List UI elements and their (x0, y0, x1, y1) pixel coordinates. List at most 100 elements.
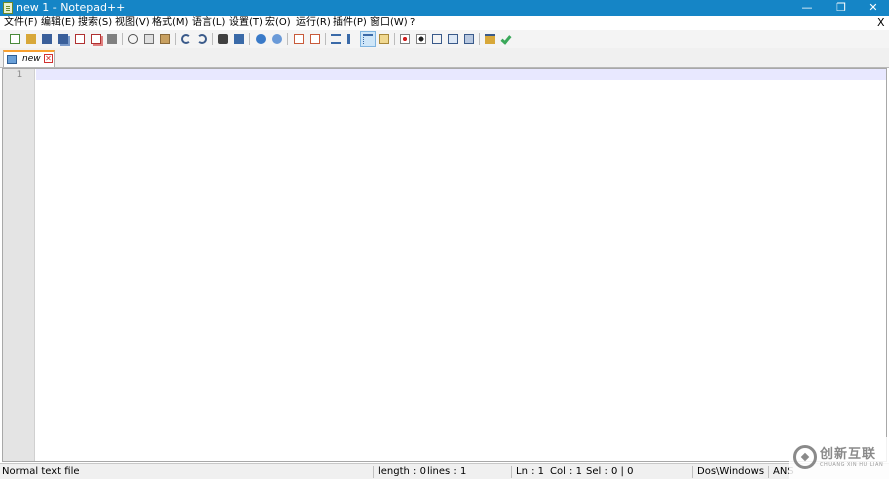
toolbar-separator (287, 33, 288, 45)
status-column-position: Col : 1 (550, 466, 582, 477)
status-file-type: Normal text file (2, 466, 80, 477)
close-file-button[interactable] (73, 32, 87, 46)
print-button[interactable] (105, 32, 119, 46)
menu-window[interactable]: 窗口(W) (370, 16, 408, 30)
menu-run[interactable]: 运行(R) (296, 16, 331, 30)
close-window-button[interactable]: ✕ (858, 0, 888, 16)
current-line-highlight (36, 69, 886, 80)
open-file-icon (26, 34, 36, 44)
play-macro-button[interactable] (430, 32, 444, 46)
maximize-button[interactable]: ❐ (826, 0, 856, 16)
spell-check-icon (500, 33, 512, 45)
show-all-chars-icon (347, 34, 353, 44)
toolbar-separator (175, 33, 176, 45)
watermark-subtext: CHUANG XIN HU LIAN (820, 462, 884, 468)
sync-horizontal-icon (310, 34, 320, 44)
toolbar (0, 30, 889, 48)
show-all-chars-button[interactable] (345, 32, 359, 46)
status-divider (373, 466, 374, 478)
toolbar-separator (325, 33, 326, 45)
stop-recording-button[interactable] (414, 32, 428, 46)
title-bar: new 1 - Notepad++ — ❐ ✕ (0, 0, 889, 16)
save-all-icon (58, 34, 68, 44)
close-icon (75, 34, 85, 44)
undo-button[interactable] (179, 32, 193, 46)
window-title: new 1 - Notepad++ (16, 1, 126, 14)
zoom-in-icon (256, 34, 266, 44)
save-macro-icon (464, 34, 474, 44)
close-all-button[interactable] (89, 32, 103, 46)
line-number: 1 (16, 70, 22, 80)
menu-view[interactable]: 视图(V) (115, 16, 150, 30)
toolbar-separator (394, 33, 395, 45)
folder-as-workspace-button[interactable] (483, 32, 497, 46)
menu-file[interactable]: 文件(F) (4, 16, 38, 30)
run-macro-multiple-button[interactable] (446, 32, 460, 46)
watermark: 创新互联 CHUANG XIN HU LIAN (789, 437, 889, 479)
sync-vertical-button[interactable] (292, 32, 306, 46)
saved-file-icon (7, 55, 17, 64)
toolbar-separator (122, 33, 123, 45)
find-icon (218, 34, 228, 44)
copy-button[interactable] (142, 32, 156, 46)
redo-icon (197, 34, 207, 44)
menu-search[interactable]: 搜索(S) (78, 16, 112, 30)
status-selection: Sel : 0 | 0 (586, 466, 634, 477)
menu-format[interactable]: 格式(M) (152, 16, 188, 30)
open-file-button[interactable] (24, 32, 38, 46)
status-divider (692, 466, 693, 478)
menu-settings[interactable]: 设置(T) (229, 16, 263, 30)
paste-icon (160, 34, 170, 44)
spell-check-button[interactable] (499, 32, 513, 46)
menu-bar: 文件(F) 编辑(E) 搜索(S) 视图(V) 格式(M) 语言(L) 设置(T… (0, 16, 889, 30)
sync-horizontal-button[interactable] (308, 32, 322, 46)
word-wrap-button[interactable] (329, 32, 343, 46)
menu-help[interactable]: ? (410, 16, 415, 30)
line-number-gutter: 1 (3, 69, 35, 461)
record-macro-button[interactable] (398, 32, 412, 46)
zoom-in-button[interactable] (254, 32, 268, 46)
new-file-button[interactable] (8, 32, 22, 46)
print-icon (107, 34, 117, 44)
play-macro-icon (432, 34, 442, 44)
copy-icon (144, 34, 154, 44)
menu-language[interactable]: 语言(L) (192, 16, 225, 30)
save-all-button[interactable] (56, 32, 70, 46)
zoom-out-button[interactable] (270, 32, 284, 46)
run-macro-multiple-icon (448, 34, 458, 44)
replace-icon (234, 34, 244, 44)
status-bar: Normal text file length : 0 lines : 1 Ln… (0, 463, 889, 479)
tab-close-icon[interactable]: ✕ (44, 54, 53, 63)
sync-vertical-icon (294, 34, 304, 44)
status-length: length : 0 (378, 466, 426, 477)
paste-button[interactable] (158, 32, 172, 46)
close-all-icon (91, 34, 101, 44)
replace-button[interactable] (232, 32, 246, 46)
menu-edit[interactable]: 编辑(E) (41, 16, 75, 30)
save-macro-button[interactable] (462, 32, 476, 46)
folder-as-workspace-icon (485, 34, 495, 44)
tab-new[interactable]: new ✕ (3, 50, 55, 67)
new-file-icon (10, 34, 20, 44)
tab-label: new (22, 54, 41, 64)
document-map-button[interactable] (377, 32, 391, 46)
cut-button[interactable] (126, 32, 140, 46)
indent-guide-button[interactable] (360, 31, 376, 47)
toolbar-separator (249, 33, 250, 45)
status-eol-format: Dos\Windows (697, 466, 765, 477)
status-line-position: Ln : 1 (516, 466, 544, 477)
cut-icon (128, 34, 138, 44)
text-editor[interactable]: 1 (2, 68, 887, 462)
menu-plugins[interactable]: 插件(P) (333, 16, 367, 30)
document-map-icon (379, 34, 389, 44)
save-button[interactable] (40, 32, 54, 46)
menu-macro[interactable]: 宏(O) (265, 16, 291, 30)
redo-button[interactable] (195, 32, 209, 46)
tab-bar: new ✕ (0, 48, 889, 68)
find-button[interactable] (216, 32, 230, 46)
zoom-out-icon (272, 34, 282, 44)
minimize-button[interactable]: — (792, 0, 822, 16)
status-lines: lines : 1 (427, 466, 467, 477)
status-divider (511, 466, 512, 478)
close-document-button[interactable]: X (877, 16, 885, 30)
